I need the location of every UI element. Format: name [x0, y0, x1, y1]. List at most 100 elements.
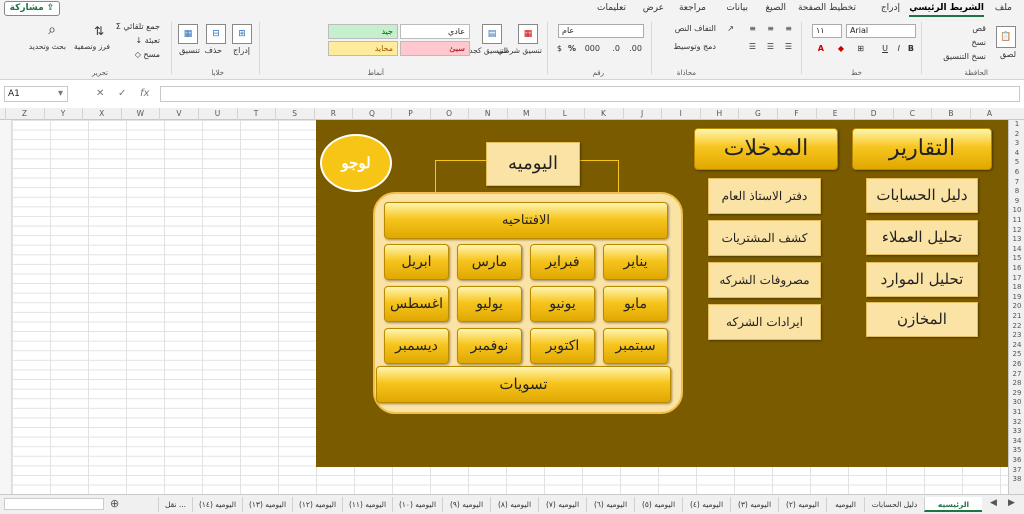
opening-button[interactable]: الافتتاحيه: [384, 202, 668, 239]
row-header[interactable]: 8: [1009, 187, 1024, 197]
wrap-text-button[interactable]: التفاف النص: [675, 24, 716, 33]
menu-insert[interactable]: إدراج: [881, 3, 900, 13]
month-button[interactable]: اغسطس: [384, 286, 449, 322]
fill-color-icon[interactable]: ◆: [838, 44, 844, 53]
italic-icon[interactable]: I: [898, 44, 900, 53]
row-header[interactable]: 29: [1009, 389, 1024, 399]
row-header[interactable]: 17: [1009, 274, 1024, 284]
row-header[interactable]: 15: [1009, 254, 1024, 264]
increase-decimal-icon[interactable]: .0: [612, 44, 620, 53]
column-header[interactable]: R: [313, 108, 352, 120]
format-cells-label[interactable]: تنسيق: [179, 46, 200, 55]
sort-filter-icon[interactable]: ⇅: [94, 24, 104, 38]
row-header[interactable]: 9: [1009, 197, 1024, 207]
month-button[interactable]: يونيو: [530, 286, 595, 322]
style-good[interactable]: جيد: [328, 24, 398, 39]
style-bad[interactable]: سيئ: [400, 41, 470, 56]
menu-data[interactable]: بيانات: [726, 3, 748, 13]
fill-button[interactable]: ↓ تعبئة: [136, 36, 160, 45]
column-header[interactable]: A: [970, 108, 1008, 120]
column-header[interactable]: Z: [5, 108, 43, 120]
column-header[interactable]: J: [622, 108, 661, 120]
find-select-icon[interactable]: ⌕: [48, 22, 56, 38]
paste-label[interactable]: لصق: [1000, 50, 1016, 59]
row-header[interactable]: 5: [1009, 158, 1024, 168]
column-header[interactable]: F: [777, 108, 815, 120]
decrease-decimal-icon[interactable]: .00: [629, 44, 642, 53]
sheet-tab[interactable]: اليوميه (١٠): [392, 497, 442, 512]
input-purchases[interactable]: كشف المشتريات: [708, 220, 821, 256]
paste-icon[interactable]: 📋: [996, 26, 1016, 48]
row-header[interactable]: 18: [1009, 283, 1024, 293]
row-header[interactable]: 28: [1009, 379, 1024, 389]
menu-view[interactable]: عرض: [643, 3, 664, 13]
row-header[interactable]: 32: [1009, 418, 1024, 428]
column-header[interactable]: X: [82, 108, 120, 120]
name-box-dropdown-icon[interactable]: ▾: [58, 88, 63, 99]
delete-cells-label[interactable]: حذف: [205, 46, 222, 55]
row-header[interactable]: 7: [1009, 178, 1024, 188]
sheet-tab-active[interactable]: الرئيسيه: [924, 497, 982, 512]
row-header[interactable]: 36: [1009, 456, 1024, 466]
add-sheet-icon[interactable]: ⊕: [110, 497, 119, 510]
underline-icon[interactable]: U: [882, 44, 888, 53]
row-header[interactable]: 33: [1009, 427, 1024, 437]
align-bottom-icon[interactable]: ≡: [749, 24, 756, 33]
currency-icon[interactable]: $: [557, 44, 562, 53]
style-normal[interactable]: عادي: [400, 24, 470, 39]
sheet-tab[interactable]: اليوميه (٦): [586, 497, 634, 512]
row-header[interactable]: 37: [1009, 466, 1024, 476]
sort-filter-label[interactable]: فرز وتصفية: [74, 42, 110, 51]
autosum-button[interactable]: Σ جمع تلقائي: [116, 22, 160, 31]
input-company-expenses[interactable]: مصروفات الشركه: [708, 262, 821, 298]
row-header[interactable]: 6: [1009, 168, 1024, 178]
share-button[interactable]: ⇪ مشاركة: [4, 1, 60, 16]
horizontal-scrollbar[interactable]: [4, 498, 104, 510]
cut-button[interactable]: قص: [972, 24, 986, 33]
column-header[interactable]: O: [429, 108, 468, 120]
menu-formulas[interactable]: الصيغ: [765, 3, 786, 13]
month-button[interactable]: نوفمبر: [457, 328, 522, 364]
column-header[interactable]: T: [236, 108, 275, 120]
font-color-icon[interactable]: A: [818, 44, 824, 53]
row-header[interactable]: 4: [1009, 149, 1024, 159]
format-painter-button[interactable]: نسخ التنسيق: [943, 52, 986, 61]
row-header[interactable]: 21: [1009, 312, 1024, 322]
row-header[interactable]: 16: [1009, 264, 1024, 274]
daily-title[interactable]: اليوميه: [486, 142, 580, 186]
month-button[interactable]: يوليو: [457, 286, 522, 322]
sheet-tab[interactable]: دليل الحسابات: [864, 497, 924, 512]
column-header[interactable]: Y: [43, 108, 82, 120]
row-header[interactable]: 22: [1009, 322, 1024, 332]
sheet-tab[interactable]: نقل ...: [158, 497, 192, 512]
month-button[interactable]: ابريل: [384, 244, 449, 280]
borders-icon[interactable]: ⊞: [857, 44, 864, 53]
month-button[interactable]: فبراير: [530, 244, 595, 280]
report-resource-analysis[interactable]: تحليل الموارد: [866, 262, 978, 297]
bold-icon[interactable]: B: [908, 44, 914, 53]
style-neutral[interactable]: محايد: [328, 41, 398, 56]
report-customer-analysis[interactable]: تحليل العملاء: [866, 220, 978, 255]
row-header[interactable]: 20: [1009, 302, 1024, 312]
row-header[interactable]: 2: [1009, 130, 1024, 140]
sheet-tab[interactable]: اليوميه (١٣): [242, 497, 292, 512]
report-warehouses[interactable]: المخازن: [866, 302, 978, 337]
sheet-tab[interactable]: اليوميه (٩): [442, 497, 490, 512]
row-header[interactable]: 34: [1009, 437, 1024, 447]
row-header[interactable]: 11: [1009, 216, 1024, 226]
month-button[interactable]: يناير: [603, 244, 668, 280]
clear-button[interactable]: ◇ مسح: [135, 50, 160, 59]
row-header[interactable]: 23: [1009, 331, 1024, 341]
insert-cells-icon[interactable]: ⊞: [232, 24, 252, 44]
row-header[interactable]: 38: [1009, 475, 1024, 485]
input-general-ledger[interactable]: دفتر الاستاذ العام: [708, 178, 821, 214]
column-header[interactable]: M: [506, 108, 545, 120]
formula-input[interactable]: [160, 86, 1020, 102]
column-header[interactable]: L: [545, 108, 583, 120]
month-button[interactable]: مارس: [457, 244, 522, 280]
row-header[interactable]: 14: [1009, 245, 1024, 255]
input-company-revenue[interactable]: ايرادات الشركه: [708, 304, 821, 340]
report-chart-of-accounts[interactable]: دليل الحسابات: [866, 178, 978, 213]
column-header[interactable]: H: [699, 108, 738, 120]
scroll-tabs-left-icon[interactable]: ◀: [990, 498, 997, 508]
